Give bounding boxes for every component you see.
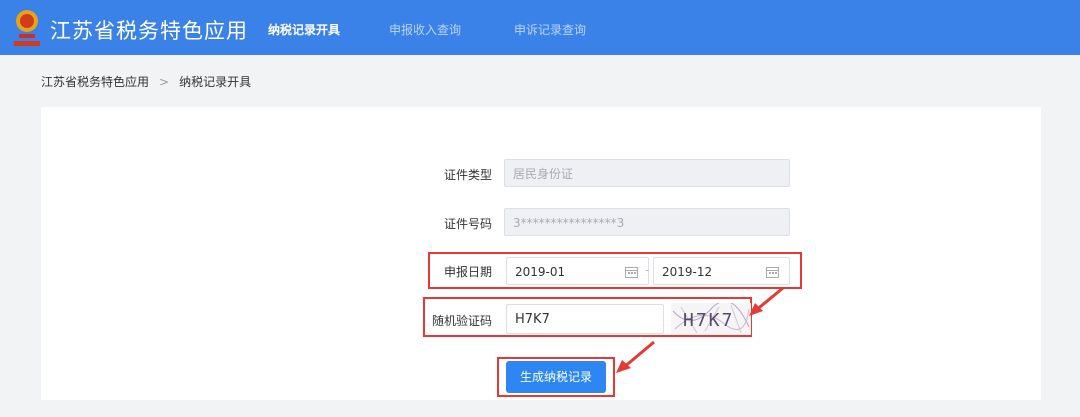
generate-tax-record-button[interactable]: 生成纳税记录 [506,361,606,393]
form-panel: 证件类型 居民身份证 证件号码 3****************3 申报日期 … [41,107,1041,400]
breadcrumb-separator: > [159,75,170,89]
period-label: 申报日期 [443,265,492,279]
id-number-value: 3****************3 [513,216,625,230]
breadcrumb-current: 纳税记录开具 [179,75,252,89]
nav-tab-tax-record[interactable]: 纳税记录开具 [268,21,340,38]
period-start-input[interactable]: 2019-01 [506,257,649,285]
calendar-icon[interactable] [625,266,638,278]
period-end-input[interactable]: 2019-12 [653,257,790,285]
tax-emblem-icon [14,10,40,46]
period-end-value: 2019-12 [662,265,713,279]
id-number-field: 3****************3 [504,208,790,236]
period-start-value: 2019-01 [515,265,566,279]
nav-tab-appeal-query[interactable]: 申诉记录查询 [514,21,586,38]
id-type-value: 居民身份证 [513,167,574,181]
range-dash: - [645,263,650,277]
breadcrumb-root[interactable]: 江苏省税务特色应用 [41,75,149,89]
calendar-icon[interactable] [766,266,779,278]
captcha-input[interactable]: H7K7 [506,304,664,334]
captcha-input-value: H7K7 [515,312,550,327]
top-bar: 江苏省税务特色应用 纳税记录开具 申报收入查询 申诉记录查询 [0,0,1080,55]
captcha-label: 随机验证码 [431,314,492,328]
nav-tab-income-query[interactable]: 申报收入查询 [389,21,461,38]
breadcrumb: 江苏省税务特色应用 > 纳税记录开具 [41,73,251,90]
captcha-image[interactable]: H7K7 [671,303,751,335]
annotation-arrow-captcha [749,286,784,316]
app-title: 江苏省税务特色应用 [50,19,248,43]
captcha-noise: H7K7 [672,303,750,334]
annotation-arrow-button [616,340,655,373]
id-type-label: 证件类型 [443,168,492,182]
captcha-text: H7K7 [683,310,734,331]
id-type-field: 居民身份证 [504,159,790,187]
id-number-label: 证件号码 [443,217,492,231]
